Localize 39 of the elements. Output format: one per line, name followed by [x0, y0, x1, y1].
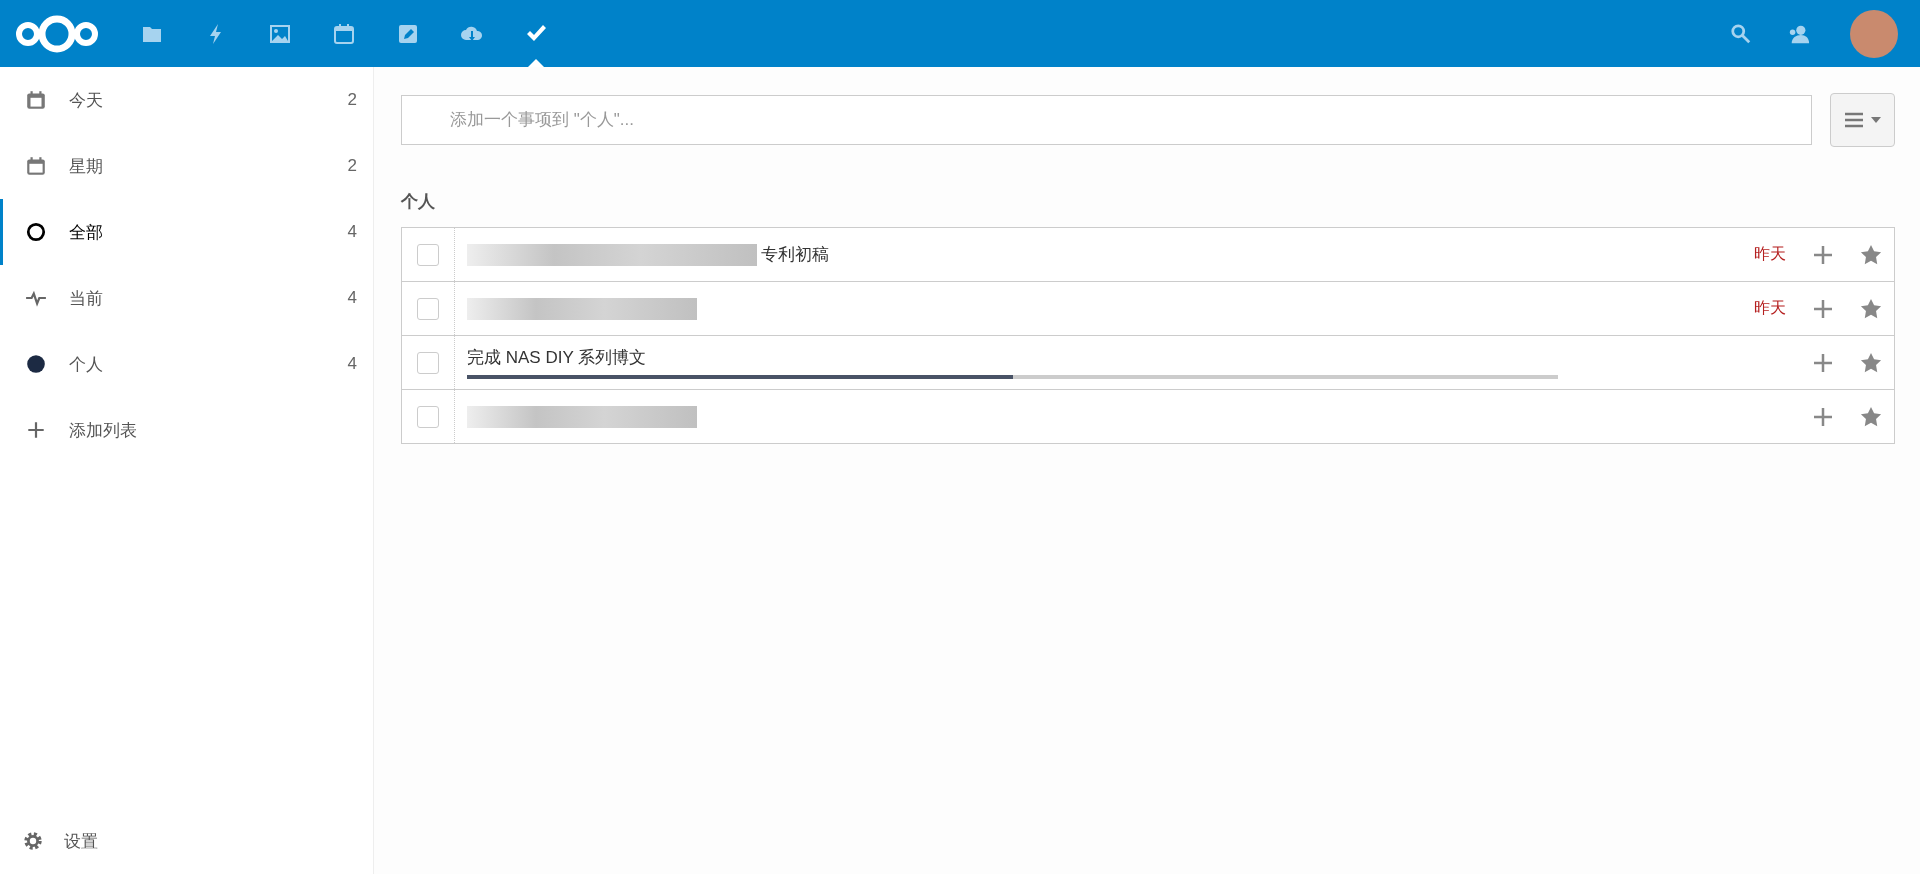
star-icon[interactable]	[1860, 297, 1882, 320]
calendar-icon	[25, 89, 47, 111]
settings-icon	[22, 830, 44, 852]
add-subtask-icon[interactable]	[1812, 351, 1834, 374]
task-title[interactable]: 完成 NAS DIY 系列博文	[467, 346, 647, 369]
add-subtask-icon[interactable]	[1812, 297, 1834, 320]
view-menu-button[interactable]	[1830, 93, 1895, 147]
calendar-icon	[25, 155, 47, 177]
add-subtask-icon[interactable]	[1812, 405, 1834, 428]
star-icon[interactable]	[1860, 243, 1882, 266]
sidebar-item[interactable]: 添加列表	[0, 397, 373, 463]
circle-icon	[25, 221, 47, 243]
task-checkbox[interactable]	[417, 243, 439, 266]
menu-icon	[1844, 112, 1863, 128]
add-task-field[interactable]: 添加一个事项到 "个人"...	[401, 95, 1812, 145]
plus-icon	[25, 419, 47, 441]
item-count: 2	[347, 156, 357, 176]
task-checkbox[interactable]	[417, 297, 439, 320]
sidebar-item[interactable]: 个人 4	[0, 331, 373, 397]
task-title[interactable]: 专利初稿	[761, 243, 829, 266]
item-count: 4	[347, 288, 357, 308]
star-icon[interactable]	[1860, 405, 1882, 428]
avatar[interactable]	[1850, 9, 1898, 58]
list-title: 个人	[401, 191, 436, 213]
item-count: 4	[347, 354, 357, 374]
settings-item[interactable]: 设置	[0, 808, 373, 874]
sidebar-item[interactable]: 今天 2	[0, 67, 373, 133]
item-count: 2	[347, 90, 357, 110]
sidebar-item[interactable]: 当前 4	[0, 265, 373, 331]
caret-icon	[1870, 117, 1881, 123]
add-subtask-icon[interactable]	[1812, 243, 1834, 266]
due-date: 昨天	[1754, 244, 1786, 264]
task-checkbox[interactable]	[417, 351, 439, 374]
task-checkbox[interactable]	[417, 405, 439, 428]
star-icon[interactable]	[1860, 351, 1882, 374]
item-count: 4	[347, 222, 357, 242]
sidebar-item[interactable]: 星期 2	[0, 133, 373, 199]
due-date: 昨天	[1754, 298, 1786, 318]
search-icon[interactable]	[1730, 22, 1752, 45]
